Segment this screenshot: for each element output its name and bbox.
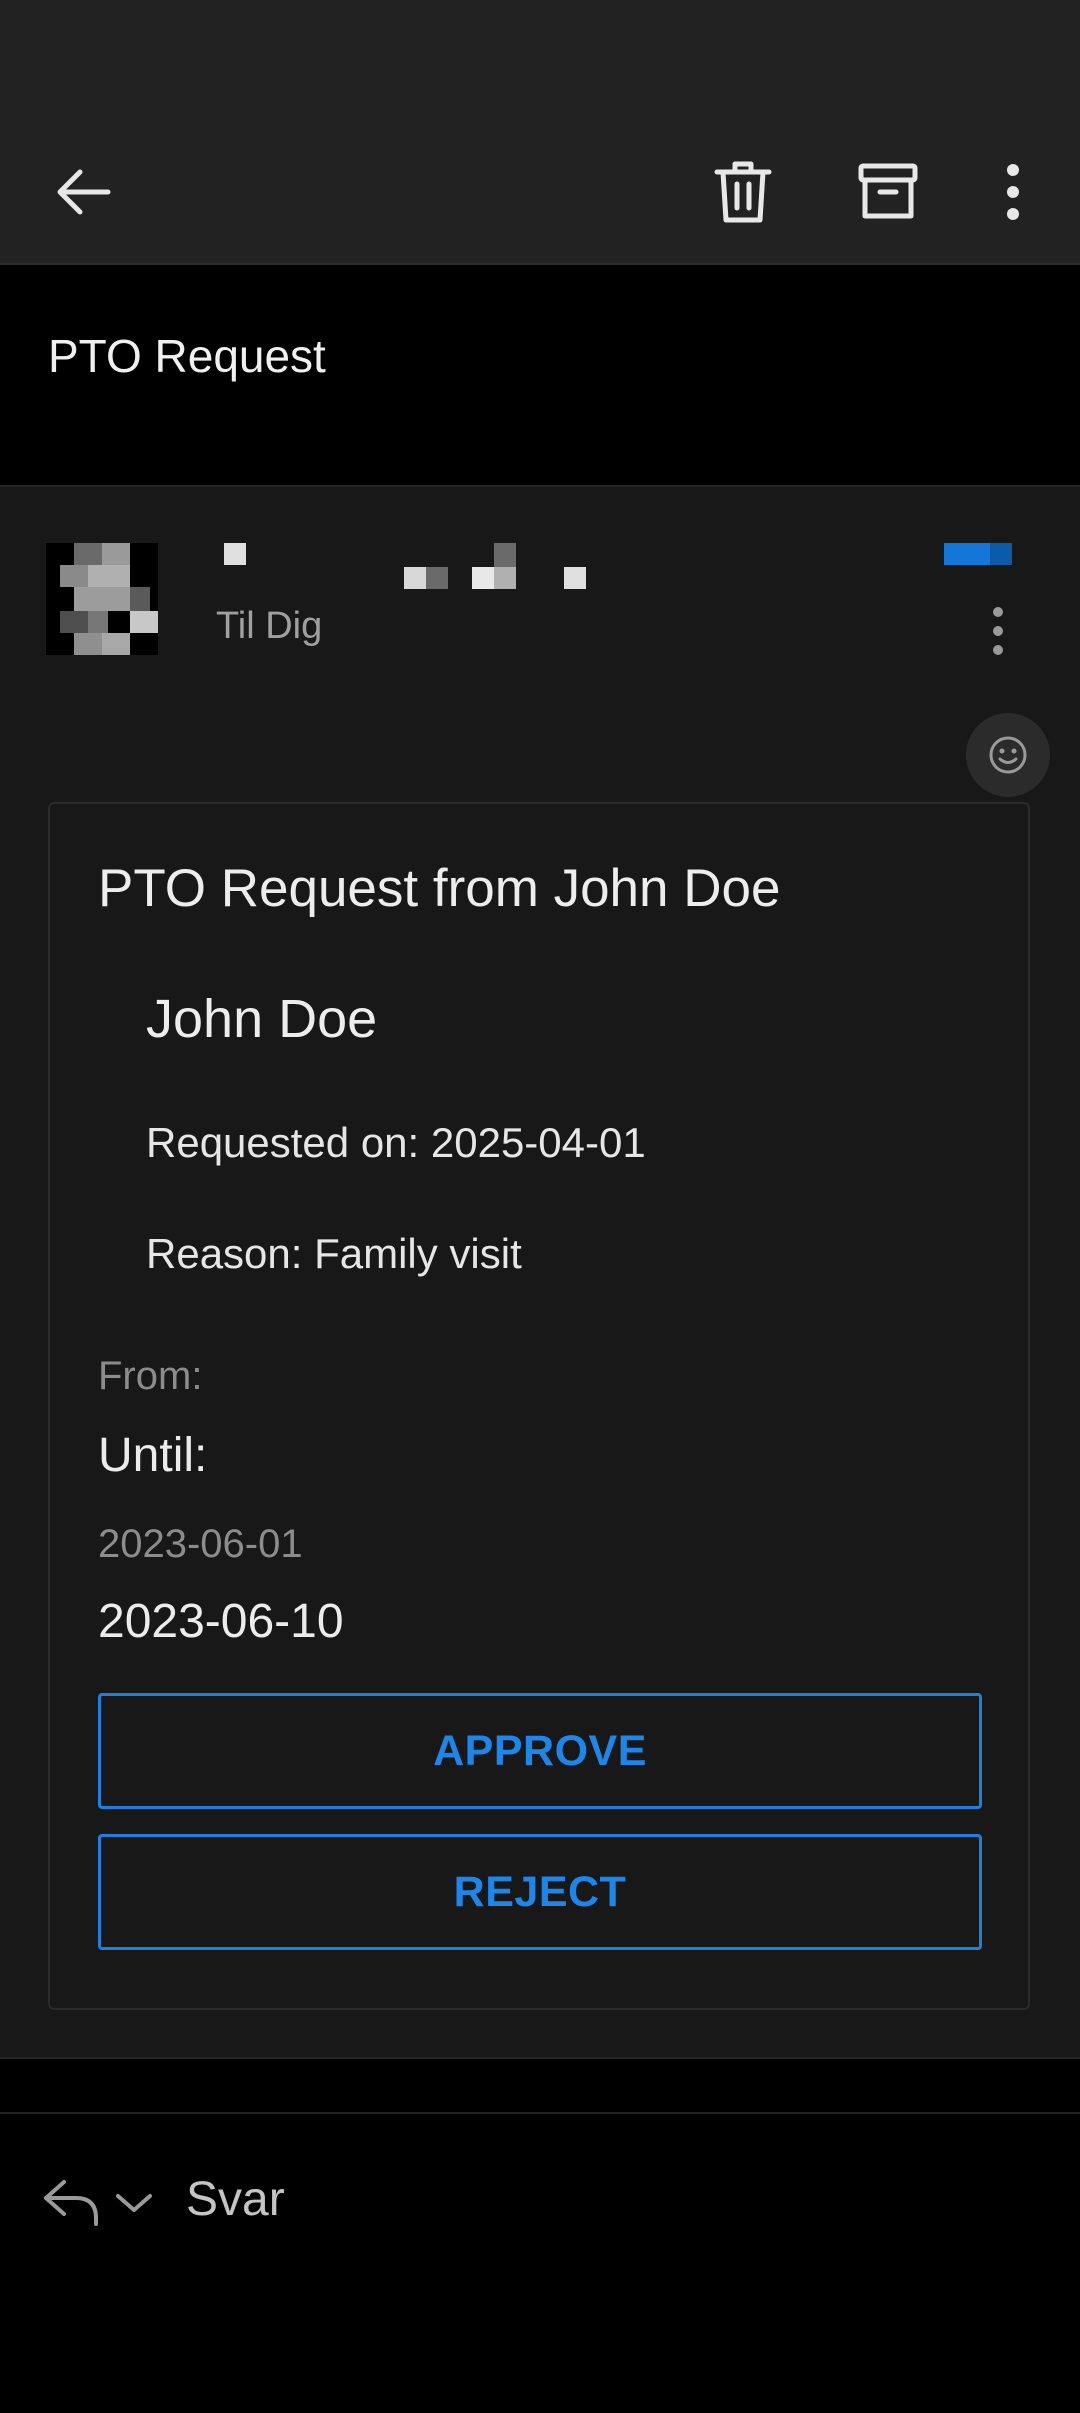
status-bar: [0, 0, 1080, 120]
arrow-left-icon: [57, 169, 111, 215]
back-button[interactable]: [34, 142, 134, 242]
requested-on: Requested on: 2025-04-01: [146, 1119, 646, 1166]
smiley-icon: [989, 736, 1027, 774]
archive-button[interactable]: [838, 142, 938, 242]
reaction-button[interactable]: [966, 713, 1050, 797]
card-title: PTO Request from John Doe: [98, 859, 781, 918]
trash-icon: [714, 161, 772, 223]
employee-name: John Doe: [146, 989, 378, 1049]
top-toolbar: [0, 120, 1080, 265]
more-options-button[interactable]: [963, 142, 1063, 242]
chevron-down-icon: [116, 2194, 152, 2212]
reply-button[interactable]: [40, 2174, 104, 2235]
subject-bar: PTO Request: [0, 265, 1080, 485]
reason: Reason: Family visit: [146, 1230, 522, 1277]
from-date: 2023-06-01: [98, 1522, 303, 1566]
reply-icon: [44, 2180, 98, 2226]
archive-icon: [858, 163, 918, 219]
reply-label[interactable]: Svar: [186, 2172, 285, 2227]
more-vertical-icon: [1007, 164, 1019, 220]
redacted-sender-name: [224, 543, 586, 589]
reply-options-button[interactable]: [114, 2190, 154, 2221]
pto-request-card: PTO Request from John Doe John Doe Reque…: [48, 802, 1030, 2010]
message-area: Til Dig PTO Request from John Doe John D…: [0, 485, 1080, 2059]
email-subject: PTO Request: [48, 330, 326, 382]
recipient-label: Til Dig: [216, 605, 323, 647]
flag-marker: [944, 543, 1012, 565]
until-date: 2023-06-10: [98, 1595, 344, 1648]
from-label: From:: [98, 1354, 203, 1398]
until-label: Until:: [98, 1429, 208, 1482]
delete-button[interactable]: [693, 142, 793, 242]
reject-button[interactable]: REJECT: [98, 1834, 982, 1950]
more-vertical-icon: [993, 607, 1003, 655]
reply-bar: Svar: [0, 2112, 1080, 2413]
approve-button[interactable]: APPROVE: [98, 1693, 982, 1809]
message-more-button[interactable]: [968, 591, 1028, 671]
